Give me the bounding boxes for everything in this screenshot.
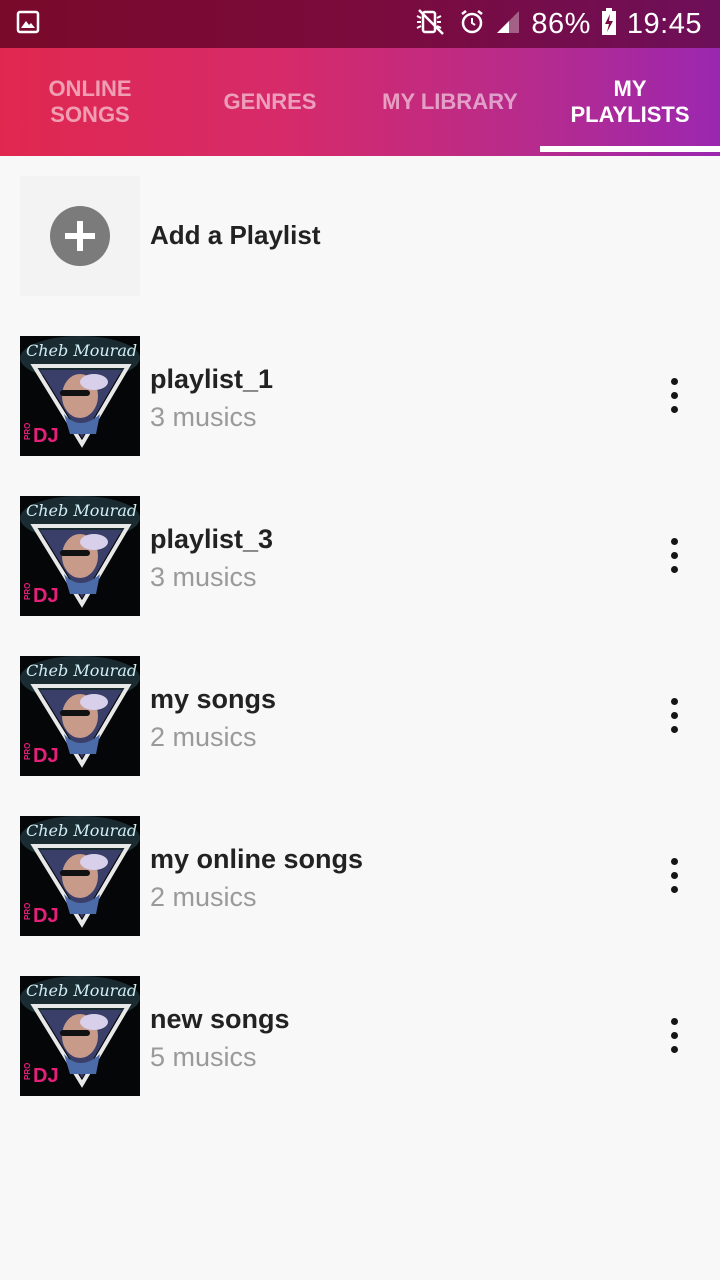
svg-text:Cheb Mourad: Cheb Mourad xyxy=(26,981,137,1000)
playlist-title: playlist_1 xyxy=(150,364,274,394)
gallery-notification-icon xyxy=(16,10,40,34)
svg-text:Cheb Mourad: Cheb Mourad xyxy=(26,661,137,680)
plus-circle-icon xyxy=(50,206,110,266)
add-playlist-row[interactable]: Add a Playlist xyxy=(20,176,700,296)
add-playlist-thumb xyxy=(20,176,140,296)
tab-label-line1: ONLINE xyxy=(48,76,132,101)
playlist-title: playlist_3 xyxy=(150,524,274,554)
mute-icon xyxy=(413,8,449,41)
playlist-cover-image: Cheb Mourad PRO DJ xyxy=(20,976,140,1096)
playlist-row[interactable]: Cheb Mourad PRO DJ my online songs 2 mus… xyxy=(20,816,700,936)
tab-label: MY LIBRARY xyxy=(382,89,518,114)
playlist-row[interactable]: Cheb Mourad PRO DJ playlist_1 3 musics xyxy=(20,336,700,456)
svg-text:PRO: PRO xyxy=(23,743,32,760)
playlist-row[interactable]: Cheb Mourad PRO DJ playlist_3 3 musics xyxy=(20,496,700,616)
playlist-title: my songs xyxy=(150,684,277,714)
playlist-title: my online songs xyxy=(150,844,364,874)
tab-label-line2: PLAYLISTS xyxy=(570,102,690,127)
svg-text:DJ: DJ xyxy=(33,905,59,927)
tab-label-line1: MY xyxy=(613,76,647,101)
playlist-cover-image: Cheb Mourad PRO DJ xyxy=(20,816,140,936)
svg-text:DJ: DJ xyxy=(33,1065,59,1087)
svg-text:Cheb Mourad: Cheb Mourad xyxy=(26,821,137,840)
signal-icon xyxy=(495,9,521,40)
playlist-song-count: 2 musics xyxy=(150,722,257,752)
playlist-song-count: 3 musics xyxy=(150,402,257,432)
svg-text:PRO: PRO xyxy=(23,903,32,920)
more-options-icon[interactable] xyxy=(660,376,688,416)
status-bar: 86% 19:45 xyxy=(0,0,720,48)
tab-online-songs[interactable]: ONLINE SONGS xyxy=(0,48,180,156)
tab-active-indicator xyxy=(540,146,720,152)
tab-label-line2: SONGS xyxy=(50,102,130,127)
playlist-song-count: 3 musics xyxy=(150,562,257,592)
more-options-icon[interactable] xyxy=(660,1016,688,1056)
playlist-song-count: 5 musics xyxy=(150,1042,257,1072)
more-options-icon[interactable] xyxy=(660,856,688,896)
tab-my-library[interactable]: MY LIBRARY xyxy=(360,48,540,156)
playlist-cover-image: Cheb Mourad PRO DJ xyxy=(20,496,140,616)
svg-text:DJ: DJ xyxy=(33,745,59,767)
tab-bar: ONLINE SONGS GENRES MY LIBRARY MY PLAYLIST… xyxy=(0,48,720,156)
more-options-icon[interactable] xyxy=(660,696,688,736)
svg-text:PRO: PRO xyxy=(23,583,32,600)
svg-text:Cheb Mourad: Cheb Mourad xyxy=(26,501,137,520)
clock: 19:45 xyxy=(626,7,702,40)
svg-text:PRO: PRO xyxy=(23,423,32,440)
playlist-cover-image: Cheb Mourad PRO DJ xyxy=(20,656,140,776)
add-playlist-label: Add a Playlist xyxy=(150,220,321,250)
alarm-icon xyxy=(459,8,485,41)
svg-text:DJ: DJ xyxy=(33,425,59,447)
playlist-row[interactable]: Cheb Mourad PRO DJ my songs 2 musics xyxy=(20,656,700,776)
svg-text:PRO: PRO xyxy=(23,1063,32,1080)
tab-genres[interactable]: GENRES xyxy=(180,48,360,156)
playlist-title: new songs xyxy=(150,1004,290,1034)
battery-percent: 86% xyxy=(531,7,591,40)
battery-charging-icon xyxy=(601,7,617,41)
svg-text:Cheb Mourad: Cheb Mourad xyxy=(26,341,137,360)
tab-my-playlists[interactable]: MY PLAYLISTS xyxy=(540,48,720,156)
playlist-song-count: 2 musics xyxy=(150,882,257,912)
playlist-row[interactable]: Cheb Mourad PRO DJ new songs 5 musics xyxy=(20,976,700,1096)
svg-text:DJ: DJ xyxy=(33,585,59,607)
more-options-icon[interactable] xyxy=(660,536,688,576)
tab-label: GENRES xyxy=(223,89,317,114)
playlist-cover-image: Cheb Mourad PRO DJ xyxy=(20,336,140,456)
